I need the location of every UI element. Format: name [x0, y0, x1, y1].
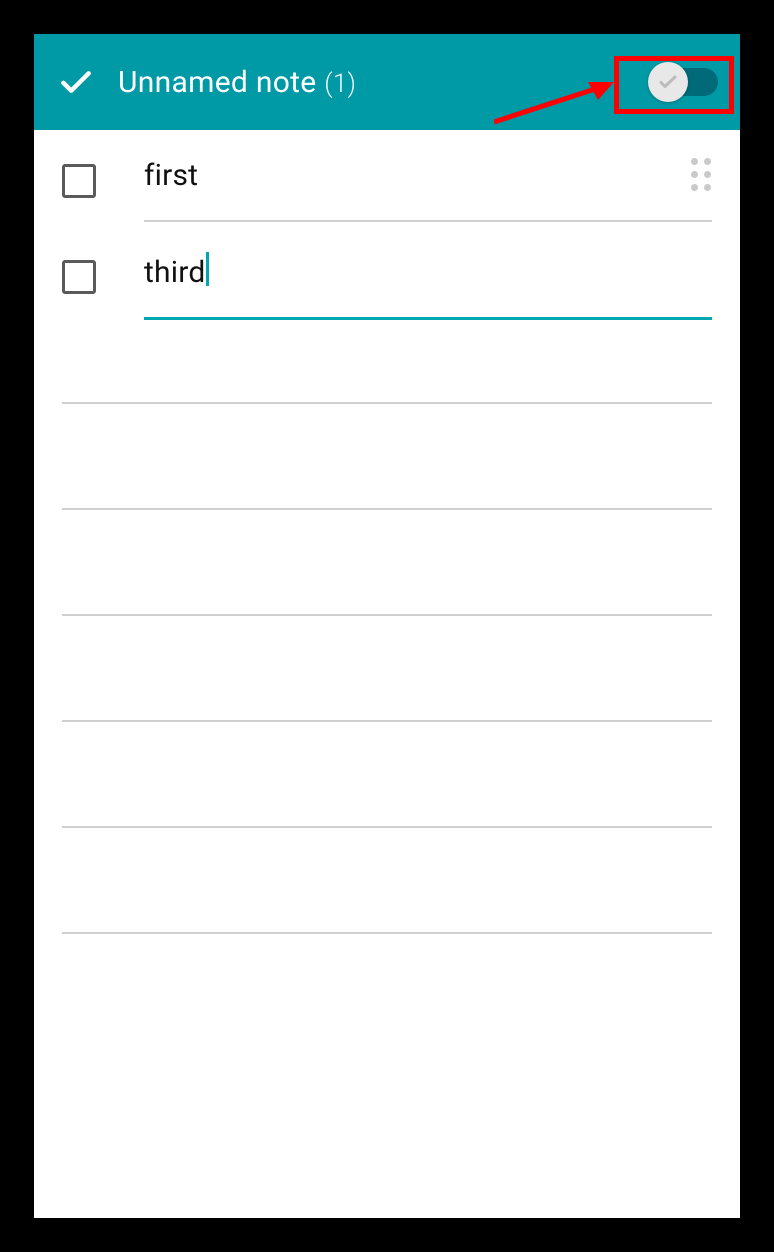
app-header: Unnamed note (1) — [34, 34, 740, 130]
empty-line[interactable] — [62, 932, 712, 934]
empty-line[interactable] — [62, 402, 712, 404]
item-checkbox[interactable] — [62, 164, 96, 198]
app-frame: Unnamed note (1) first — [34, 34, 740, 1218]
title-count: (1) — [324, 69, 356, 99]
field-underline — [144, 317, 712, 320]
check-icon — [656, 70, 680, 94]
text-cursor — [206, 252, 209, 286]
item-text: third — [144, 252, 712, 293]
empty-line[interactable] — [62, 614, 712, 616]
list-item: third — [62, 246, 712, 342]
empty-line[interactable] — [62, 826, 712, 828]
empty-lines — [34, 402, 740, 934]
field-underline — [144, 220, 712, 222]
confirm-button[interactable] — [52, 58, 100, 106]
title-text: Unnamed note — [118, 65, 316, 100]
checklist: first third — [34, 130, 740, 342]
list-item: first — [62, 150, 712, 246]
item-text-field[interactable]: first — [144, 150, 712, 222]
empty-line[interactable] — [62, 720, 712, 722]
toggle-thumb — [648, 62, 688, 102]
checklist-mode-toggle[interactable] — [628, 59, 722, 105]
drag-handle-icon[interactable] — [686, 160, 716, 190]
empty-line[interactable] — [62, 508, 712, 510]
check-icon — [57, 63, 95, 101]
note-title[interactable]: Unnamed note (1) — [118, 65, 628, 100]
item-checkbox[interactable] — [62, 260, 96, 294]
item-text-field[interactable]: third — [144, 246, 712, 320]
item-text: first — [144, 156, 712, 196]
